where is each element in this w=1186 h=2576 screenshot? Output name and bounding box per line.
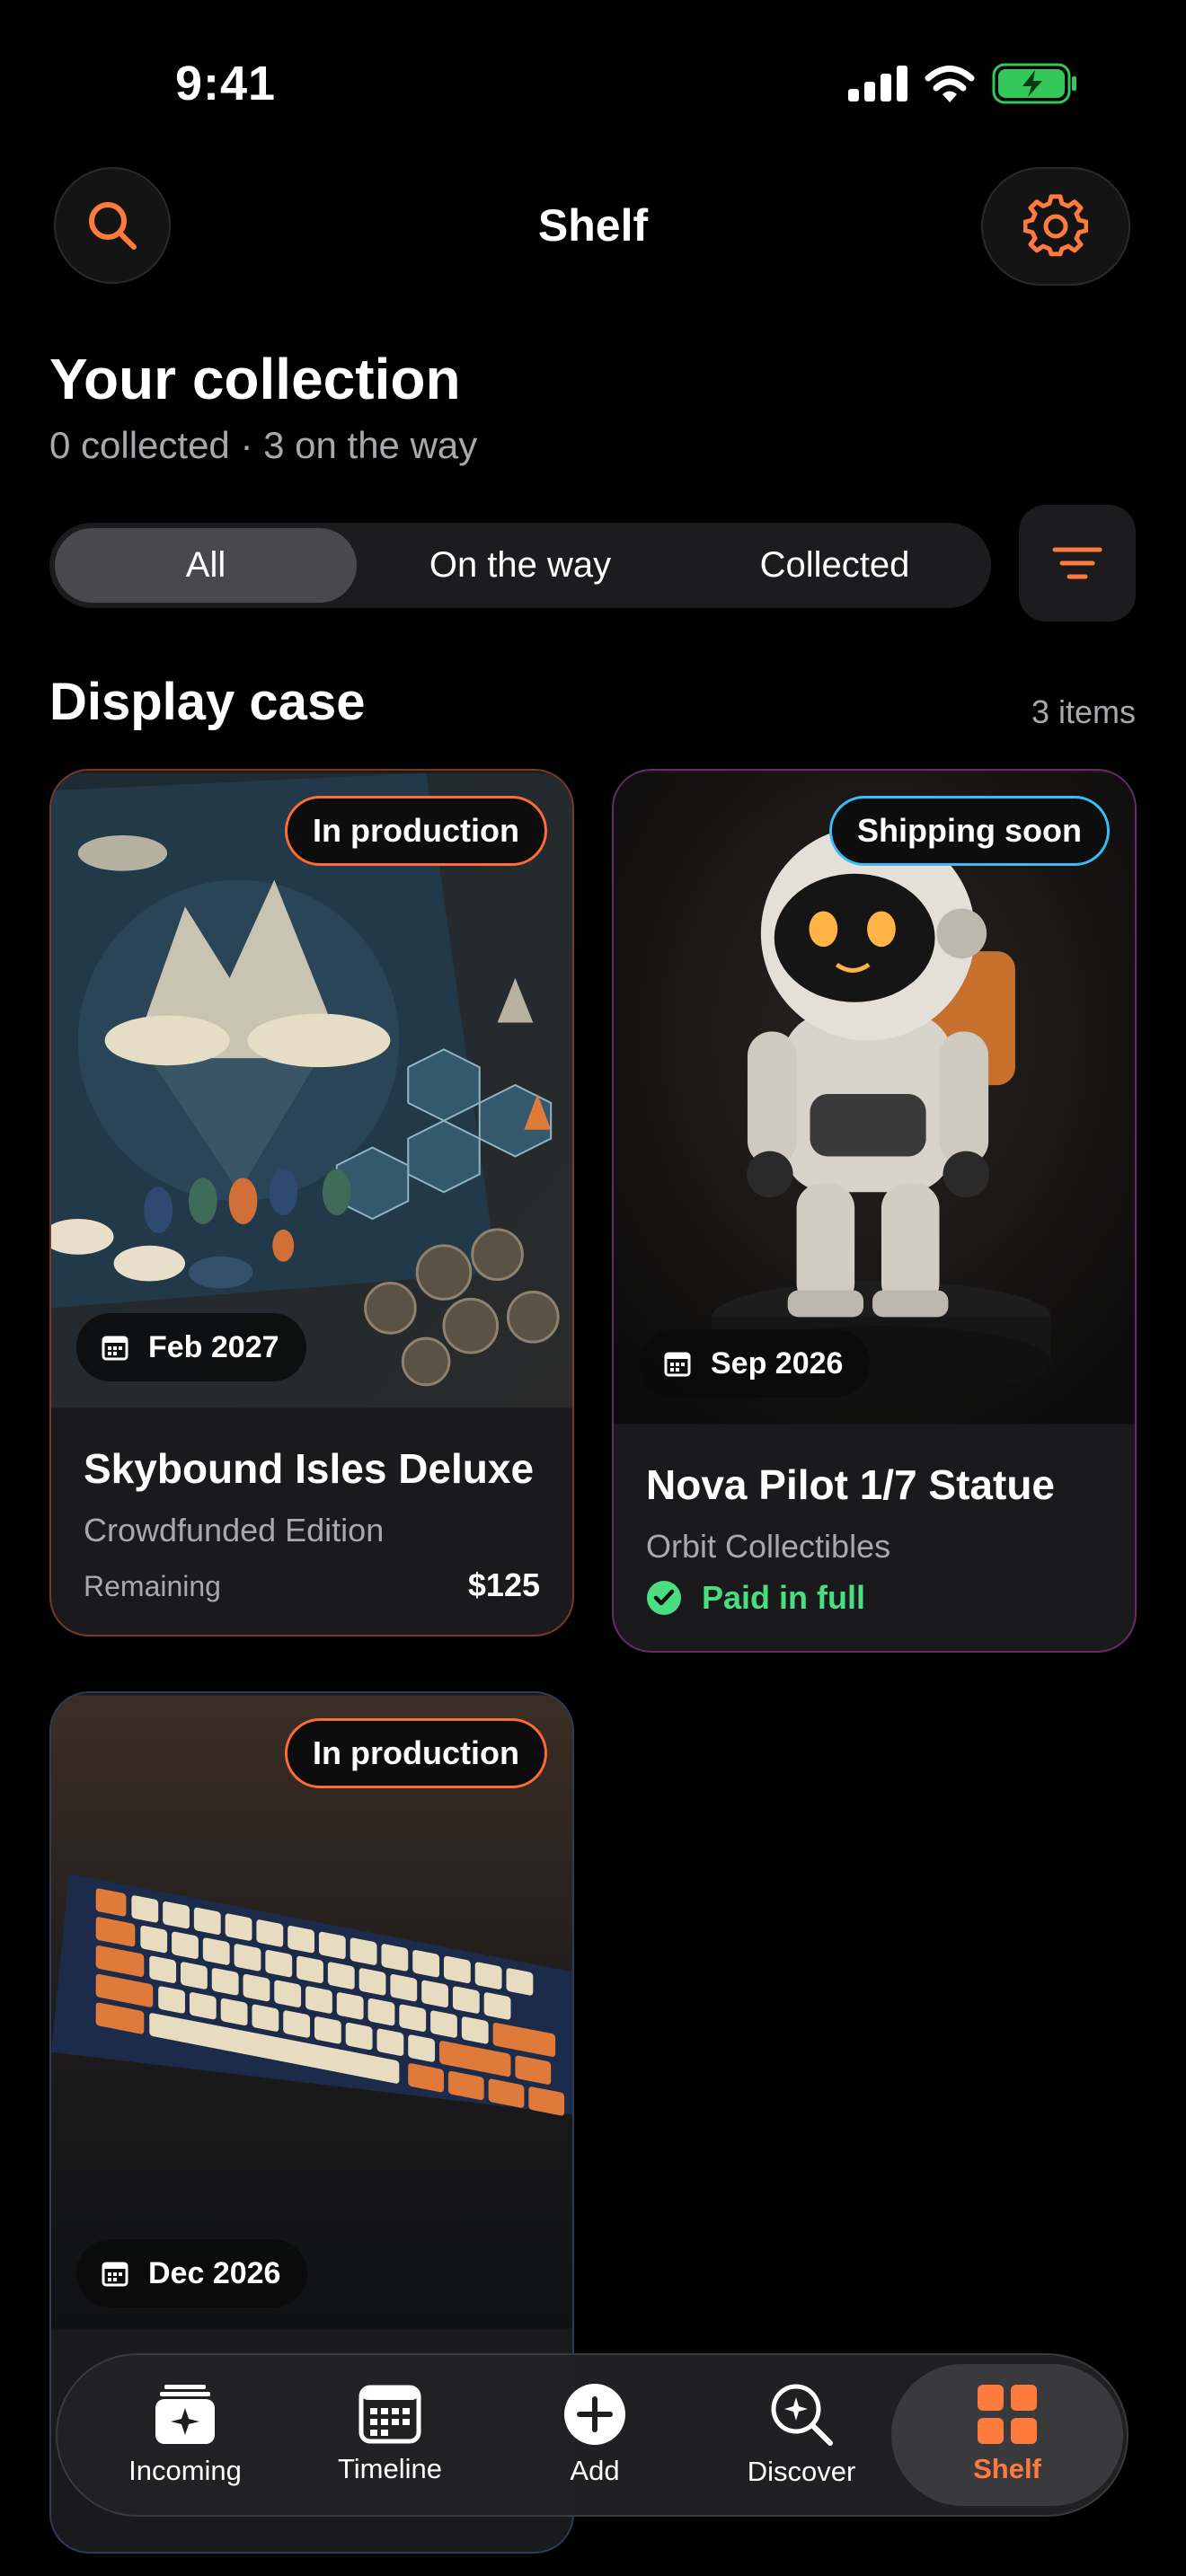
tab-collected[interactable]: Collected: [684, 528, 986, 603]
calendar-icon: [664, 1352, 691, 1377]
signal-icon: [848, 66, 907, 101]
keyboard-image: [51, 1695, 572, 2329]
date-chip: Sep 2026: [639, 1329, 871, 1398]
item-name: Nova Pilot 1/7 Statue: [646, 1461, 1056, 1508]
check-circle-icon: [647, 1581, 681, 1615]
tab-label: Timeline: [338, 2453, 442, 2484]
date-chip: Feb 2027: [76, 1313, 306, 1381]
tab-all[interactable]: All: [55, 528, 357, 603]
battery-charging-icon: [992, 63, 1076, 104]
date-label: Sep 2026: [711, 1345, 844, 1381]
tab-add[interactable]: Add: [492, 2355, 697, 2515]
wifi-icon: [925, 66, 975, 102]
tab-label: Incoming: [128, 2455, 242, 2486]
item-count: 3 items: [1031, 693, 1136, 730]
robot-statue-image: [614, 772, 1135, 1425]
gear-icon: [1023, 194, 1088, 257]
payment-status: Paid in full: [646, 1579, 865, 1617]
remaining-label: Remaining: [84, 1570, 221, 1602]
tab-label: Shelf: [973, 2453, 1041, 2484]
plus-circle-icon: [564, 2384, 625, 2445]
status-badge: Shipping soon: [829, 796, 1110, 866]
date-label: Feb 2027: [148, 1329, 279, 1364]
grid-icon: [978, 2385, 1037, 2444]
remaining-price: $125: [467, 1566, 540, 1603]
tab-on-the-way[interactable]: On the way: [369, 528, 671, 603]
tab-label: Discover: [747, 2456, 856, 2487]
settings-button[interactable]: [981, 167, 1130, 286]
item-maker: Orbit Collectibles: [646, 1528, 891, 1565]
filter-segmented-control: All On the way Collected: [49, 523, 991, 608]
status-badge: In production: [285, 796, 547, 866]
tab-incoming[interactable]: Incoming: [83, 2355, 288, 2515]
sort-filter-button[interactable]: [1019, 505, 1136, 622]
incoming-tray-icon: [155, 2385, 215, 2444]
filter-lines-icon: [1052, 547, 1102, 579]
item-name: Skybound Isles Deluxe: [84, 1445, 535, 1492]
discover-search-icon: [771, 2384, 833, 2446]
collection-summary: 0 collected · 3 on the way: [49, 424, 478, 466]
collection-title: Your collection: [49, 347, 461, 411]
paid-label: Paid in full: [702, 1579, 866, 1616]
item-maker: Crowdfunded Edition: [84, 1512, 385, 1548]
section-title: Display case: [49, 673, 366, 731]
calendar-icon: [102, 2262, 128, 2287]
tab-discover[interactable]: Discover: [699, 2355, 904, 2515]
status-badge: In production: [285, 1718, 547, 1788]
status-time: 9:41: [175, 57, 277, 110]
tab-shelf[interactable]: Shelf: [891, 2364, 1123, 2506]
tab-timeline[interactable]: Timeline: [288, 2355, 492, 2515]
item-card[interactable]: Shipping soon Sep 2026 Nova Pilot 1/7 St…: [612, 769, 1137, 1653]
tab-bar: Incoming Timeline Add Discover Shelf: [56, 2353, 1128, 2517]
date-label: Dec 2026: [148, 2255, 281, 2290]
calendar-icon: [358, 2385, 421, 2444]
status-icons: [848, 63, 1078, 104]
item-card[interactable]: In production Feb 2027 Skybound Isles De…: [49, 769, 574, 1636]
calendar-icon: [102, 1336, 128, 1361]
tab-label: Add: [570, 2455, 620, 2486]
date-chip: Dec 2026: [76, 2239, 308, 2307]
